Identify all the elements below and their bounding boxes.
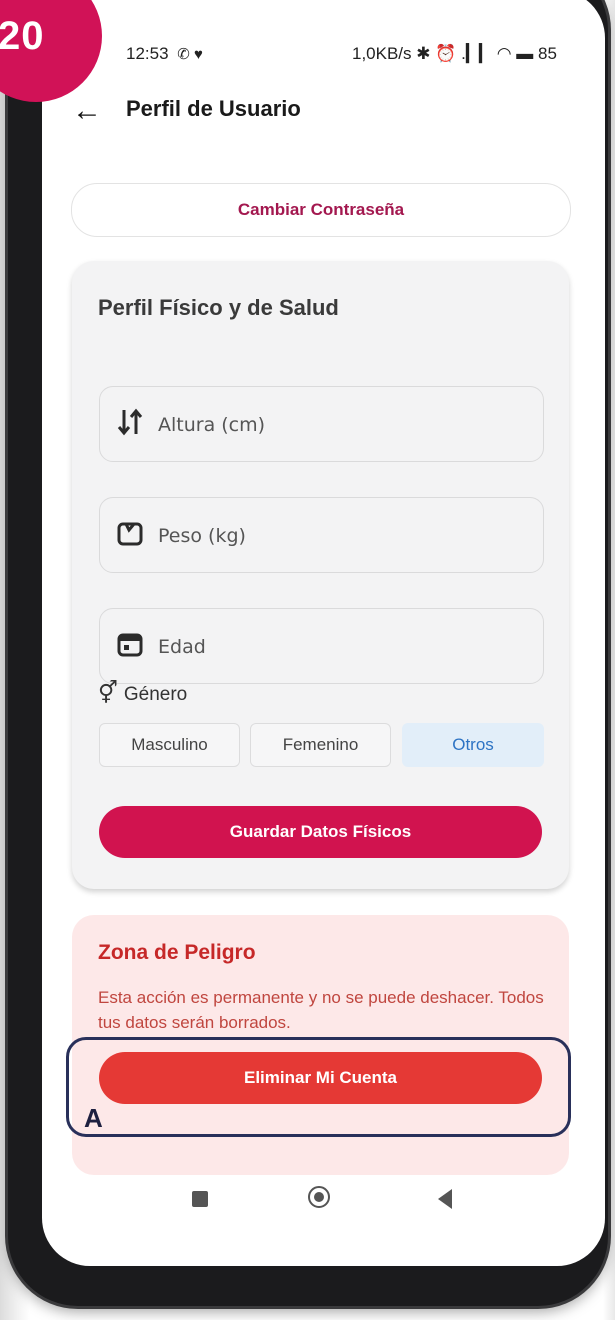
phone-screen: 12:53 ✆ ♥ 1,0KB/s ✱ ⏰ .▎▎ ◠ ▬ 85 ← Perfi… <box>42 0 605 1266</box>
annotation-highlight-box <box>66 1037 571 1137</box>
change-password-label: Cambiar Contraseña <box>237 200 405 219</box>
change-password-button[interactable]: Cambiar Contraseña <box>71 183 571 237</box>
save-physical-data-label: Guardar Datos Físicos <box>229 822 412 841</box>
annotation-label: A <box>84 1103 103 1133</box>
card-title: Perfil Físico y de Salud <box>98 295 339 320</box>
gender-option-otros[interactable]: Otros <box>402 723 544 767</box>
gender-label-text: Género <box>123 684 188 705</box>
phone-frame: 12:53 ✆ ♥ 1,0KB/s ✱ ⏰ .▎▎ ◠ ▬ 85 ← Perfi… <box>8 0 608 1306</box>
back-nav-icon[interactable] <box>438 1189 452 1209</box>
weight-icon <box>116 518 144 548</box>
gender-option-masculino[interactable]: Masculino <box>99 723 240 767</box>
status-indicators: 1,0KB/s ✱ ⏰ .▎▎ ◠ ▬ 85 <box>352 44 557 63</box>
height-arrows-icon <box>116 407 144 437</box>
recents-nav-icon[interactable] <box>192 1191 208 1207</box>
back-arrow-icon[interactable]: ← <box>72 96 102 126</box>
status-time: 12:53 ✆ ♥ <box>126 44 203 64</box>
save-physical-data-button[interactable]: Guardar Datos Físicos <box>99 806 542 858</box>
age-placeholder: Edad <box>158 636 206 658</box>
physical-profile-card: Perfil Físico y de Salud Altura (cm) Pes… <box>72 261 569 889</box>
calendar-icon <box>116 629 144 659</box>
gender-option-femenino[interactable]: Femenino <box>250 723 391 767</box>
time-text: 12:53 <box>126 44 169 63</box>
page-title: Perfil de Usuario <box>126 96 301 121</box>
height-placeholder: Altura (cm) <box>158 414 266 436</box>
step-number: 20 <box>0 14 45 58</box>
danger-zone-title: Zona de Peligro <box>98 941 256 964</box>
age-field[interactable]: Edad <box>99 608 544 684</box>
height-field[interactable]: Altura (cm) <box>99 386 544 462</box>
notification-icons: ✆ ♥ <box>177 46 203 63</box>
home-nav-icon[interactable] <box>308 1186 330 1208</box>
weight-field[interactable]: Peso (kg) <box>99 497 544 573</box>
gender-icon: ⚥ <box>98 680 118 705</box>
danger-zone-text: Esta acción es permanente y no se puede … <box>98 988 544 1032</box>
gender-label: ⚥ Género <box>98 680 187 706</box>
weight-placeholder: Peso (kg) <box>158 525 246 547</box>
